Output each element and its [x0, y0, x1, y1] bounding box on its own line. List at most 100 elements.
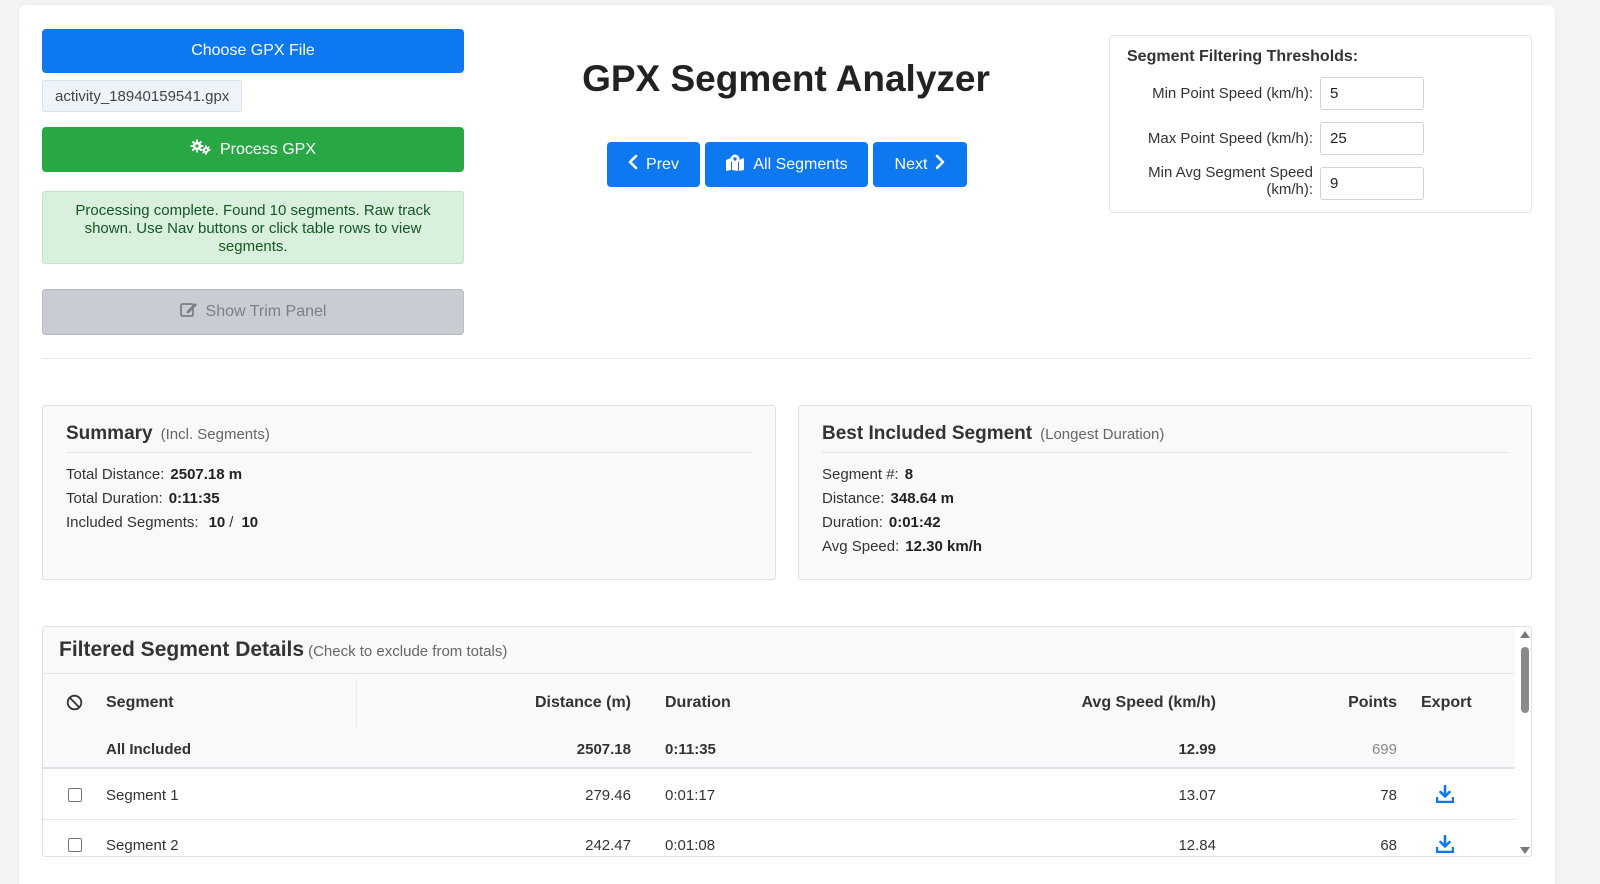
- choose-gpx-file-button[interactable]: Choose GPX File: [42, 29, 464, 73]
- summary-card: Summary (Incl. Segments) Total Distance: 2…: [42, 405, 776, 580]
- min-point-speed-label: Min Point Speed (km/h):: [1152, 85, 1313, 102]
- col-avg-speed[interactable]: Avg Speed (km/h): [1081, 694, 1216, 712]
- next-label: Next: [894, 155, 928, 173]
- segment-duration: 0:01:08: [665, 837, 716, 854]
- chevron-right-icon: [935, 154, 945, 175]
- total-duration-value: 0:11:35: [168, 490, 220, 507]
- exclude-checkbox[interactable]: [68, 788, 82, 802]
- best-distance-value: 348.64 m: [890, 490, 954, 507]
- total-duration-label: Total Duration:: [66, 490, 163, 507]
- total-count: 10: [241, 514, 259, 531]
- process-gpx-button[interactable]: Process GPX: [42, 127, 464, 172]
- max-point-speed-input[interactable]: [1320, 122, 1424, 155]
- col-segment[interactable]: Segment: [106, 694, 174, 712]
- included-separator: /: [229, 514, 234, 531]
- segment-name: Segment 2: [106, 837, 179, 854]
- segment-distance: 279.46: [585, 787, 631, 804]
- best-speed-line: Avg Speed: 12.30 km/h: [822, 538, 982, 555]
- segment-details-panel: Filtered Segment Details (Check to exclud…: [42, 626, 1532, 857]
- thresholds-panel: Segment Filtering Thresholds: Min Point …: [1109, 35, 1532, 213]
- selected-filename: activity_18940159541.gpx: [42, 80, 243, 112]
- map-marker-icon: [725, 154, 745, 176]
- included-segments-label: Included Segments:: [66, 514, 199, 531]
- all-included-avg-speed: 12.99: [1178, 741, 1216, 758]
- segment-details-title-wrap: Filtered Segment Details (Check to exclud…: [59, 638, 507, 662]
- table-row[interactable]: Segment 1 279.46 0:01:17 13.07 78: [43, 770, 1515, 820]
- segment-details-header: Filtered Segment Details (Check to exclud…: [43, 627, 1515, 674]
- summary-subtitle: (Incl. Segments): [160, 426, 270, 443]
- total-distance-label: Total Distance:: [66, 466, 165, 483]
- all-included-distance: 2507.18: [576, 741, 631, 758]
- chevron-left-icon: [628, 154, 638, 175]
- edit-icon: [179, 301, 198, 323]
- divider: [42, 358, 1532, 359]
- all-included-points: 699: [1371, 741, 1397, 758]
- all-segments-label: All Segments: [753, 155, 848, 173]
- process-gpx-label: Process GPX: [219, 140, 317, 158]
- included-count: 10: [208, 514, 226, 531]
- best-duration-value: 0:01:42: [888, 514, 941, 531]
- best-distance-label: Distance:: [822, 490, 885, 507]
- min-avg-speed-label: Min Avg Segment Speed (km/h):: [1148, 164, 1313, 198]
- best-speed-label: Avg Speed:: [822, 538, 900, 555]
- best-segment-card: Best Included Segment (Longest Duration) …: [798, 405, 1532, 580]
- best-speed-value: 12.30 km/h: [905, 538, 983, 555]
- best-duration-line: Duration: 0:01:42: [822, 514, 941, 531]
- choose-gpx-file-label: Choose GPX File: [191, 42, 315, 59]
- col-distance[interactable]: Distance (m): [535, 694, 631, 712]
- segment-name: Segment 1: [106, 787, 179, 804]
- thresholds-title: Segment Filtering Thresholds:: [1127, 48, 1359, 65]
- best-distance-line: Distance: 348.64 m: [822, 490, 954, 507]
- download-icon[interactable]: [1435, 834, 1455, 856]
- table-row[interactable]: Segment 2 242.47 0:01:08 12.84 68: [43, 820, 1515, 856]
- segment-details-title: Filtered Segment Details: [59, 638, 305, 661]
- min-point-speed-input[interactable]: [1320, 77, 1424, 110]
- scroll-up-arrow-icon[interactable]: [1520, 631, 1530, 638]
- prev-button[interactable]: Prev: [607, 142, 700, 187]
- total-distance-line: Total Distance: 2507.18 m: [66, 466, 242, 483]
- segment-duration: 0:01:17: [665, 787, 716, 804]
- summary-header: Summary (Incl. Segments): [66, 423, 752, 453]
- next-button[interactable]: Next: [873, 142, 967, 187]
- segment-avg-speed: 12.84: [1178, 837, 1216, 854]
- best-segment-header: Best Included Segment (Longest Duration): [822, 423, 1508, 453]
- segment-distance: 242.47: [585, 837, 631, 854]
- col-export: Export: [1421, 694, 1472, 711]
- all-included-label: All Included: [106, 741, 192, 758]
- segment-avg-speed: 13.07: [1178, 787, 1216, 804]
- all-included-duration: 0:11:35: [665, 741, 716, 758]
- segment-number-value: 8: [904, 466, 914, 483]
- segment-points: 68: [1380, 837, 1397, 854]
- table-scrollbar[interactable]: [1517, 627, 1531, 856]
- total-distance-value: 2507.18 m: [170, 466, 243, 483]
- all-included-row[interactable]: All Included 2507.18 0:11:35 12.99 699: [43, 732, 1515, 769]
- col-points[interactable]: Points: [1348, 694, 1397, 712]
- all-segments-button[interactable]: All Segments: [705, 142, 868, 187]
- segment-number-label: Segment #:: [822, 466, 899, 483]
- best-segment-title: Best Included Segment: [822, 423, 1033, 444]
- summary-title: Summary: [66, 423, 153, 444]
- gears-icon: [190, 139, 212, 160]
- col-duration[interactable]: Duration: [665, 694, 731, 712]
- table-header: Segment Distance (m) Duration Avg Speed …: [43, 674, 1515, 732]
- ban-icon[interactable]: [66, 694, 83, 716]
- best-segment-number-line: Segment #: 8: [822, 466, 913, 483]
- segment-details-subtitle: (Check to exclude from totals): [308, 643, 508, 660]
- scroll-down-arrow-icon[interactable]: [1520, 847, 1530, 854]
- download-icon[interactable]: [1435, 784, 1455, 808]
- best-segment-subtitle: (Longest Duration): [1040, 426, 1165, 443]
- segment-points: 78: [1380, 787, 1397, 804]
- best-duration-label: Duration:: [822, 514, 883, 531]
- show-trim-panel-button[interactable]: Show Trim Panel: [42, 289, 464, 335]
- max-point-speed-label: Max Point Speed (km/h):: [1147, 130, 1313, 147]
- page-title: GPX Segment Analyzer: [582, 58, 990, 99]
- show-trim-panel-label: Show Trim Panel: [205, 303, 327, 320]
- scroll-thumb[interactable]: [1521, 647, 1529, 713]
- included-segments-line: Included Segments: 10/10: [66, 514, 258, 531]
- column-resizer[interactable]: [356, 679, 357, 727]
- min-avg-speed-input[interactable]: [1320, 167, 1424, 200]
- prev-label: Prev: [646, 155, 679, 173]
- total-duration-line: Total Duration: 0:11:35: [66, 490, 220, 507]
- exclude-checkbox[interactable]: [68, 838, 82, 852]
- status-message: Processing complete. Found 10 segments. …: [42, 191, 464, 264]
